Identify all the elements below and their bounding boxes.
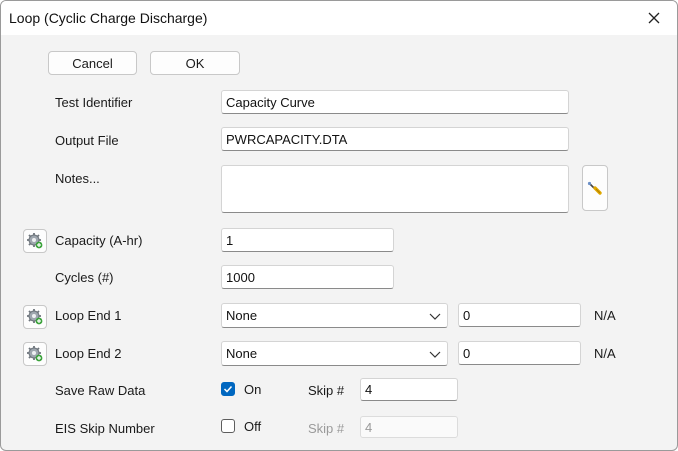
close-button[interactable] xyxy=(631,1,677,35)
checkmark-icon xyxy=(223,385,233,393)
gear-icon xyxy=(27,233,43,249)
loop-end-2-unit: N/A xyxy=(594,346,616,361)
title-bar: Loop (Cyclic Charge Discharge) xyxy=(1,1,677,35)
loop-end-1-unit: N/A xyxy=(594,308,616,323)
loop-end-1-label: Loop End 1 xyxy=(55,308,122,323)
chevron-down-icon xyxy=(429,351,441,358)
close-icon xyxy=(648,12,660,24)
cycles-field[interactable]: 1000 xyxy=(221,265,394,289)
gear-icon xyxy=(27,309,43,325)
loop-end-1-selected: None xyxy=(226,308,258,323)
loop-end-2-settings-button[interactable] xyxy=(23,342,47,366)
output-file-label: Output File xyxy=(55,133,119,148)
cycles-label: Cycles (#) xyxy=(55,270,114,285)
eis-skip-label: Skip # xyxy=(308,421,345,436)
save-raw-data-state: On xyxy=(244,382,262,397)
loop-end-1-settings-button[interactable] xyxy=(23,305,47,329)
eis-skip-value: 4 xyxy=(365,419,373,435)
window-title: Loop (Cyclic Charge Discharge) xyxy=(9,10,208,26)
loop-end-1-value: 0 xyxy=(463,307,471,323)
ok-button[interactable]: OK xyxy=(150,51,240,75)
notes-edit-button[interactable] xyxy=(582,165,608,211)
test-identifier-value: Capacity Curve xyxy=(226,94,315,110)
chevron-down-icon xyxy=(429,313,441,320)
capacity-value: 1 xyxy=(226,232,234,248)
loop-end-2-dropdown[interactable]: None xyxy=(221,341,448,366)
output-file-field[interactable]: PWRCAPACITY.DTA xyxy=(221,127,569,151)
capacity-settings-button[interactable] xyxy=(23,229,47,253)
notes-label: Notes... xyxy=(55,171,100,186)
cycles-value: 1000 xyxy=(226,269,255,285)
screwdriver-icon xyxy=(587,181,602,195)
eis-skip-number-label: EIS Skip Number xyxy=(55,421,155,436)
gear-icon xyxy=(27,346,43,362)
loop-end-1-dropdown[interactable]: None xyxy=(221,303,448,328)
eis-skip-field: 4 xyxy=(360,416,458,438)
capacity-label: Capacity (A-hr) xyxy=(55,233,143,248)
dialog-window: Loop (Cyclic Charge Discharge) Cancel OK… xyxy=(0,0,678,451)
test-identifier-field[interactable]: Capacity Curve xyxy=(221,90,569,114)
eis-skip-number-state: Off xyxy=(244,419,262,434)
loop-end-2-selected: None xyxy=(226,346,258,361)
capacity-field[interactable]: 1 xyxy=(221,228,394,252)
save-raw-data-checkbox[interactable] xyxy=(221,382,235,396)
loop-end-1-value-field[interactable]: 0 xyxy=(458,303,581,327)
notes-field[interactable] xyxy=(221,165,569,213)
loop-end-2-label: Loop End 2 xyxy=(55,346,122,361)
save-raw-data-skip-value: 4 xyxy=(365,382,373,397)
loop-end-2-value-field[interactable]: 0 xyxy=(458,341,581,365)
output-file-value: PWRCAPACITY.DTA xyxy=(226,131,348,147)
cancel-button[interactable]: Cancel xyxy=(48,51,137,75)
save-raw-data-skip-label: Skip # xyxy=(308,383,345,398)
test-identifier-label: Test Identifier xyxy=(55,95,133,110)
eis-skip-number-checkbox[interactable] xyxy=(221,419,235,433)
save-raw-data-label: Save Raw Data xyxy=(55,383,146,398)
loop-end-2-value: 0 xyxy=(463,345,471,361)
save-raw-data-skip-field[interactable]: 4 xyxy=(360,378,458,401)
